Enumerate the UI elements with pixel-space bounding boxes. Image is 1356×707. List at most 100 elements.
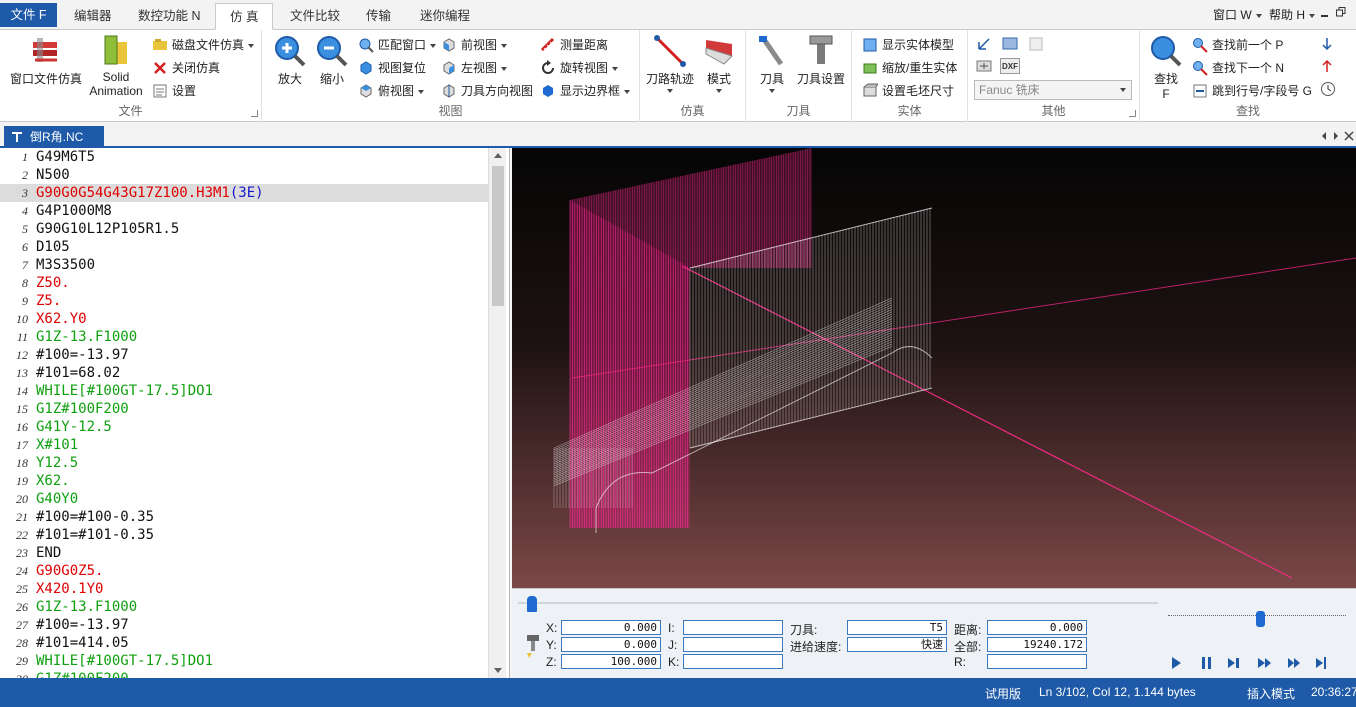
code-line[interactable]: 2 N500 bbox=[0, 166, 488, 184]
code-line[interactable]: 29 WHILE[#100GT-17.5]DO1 bbox=[0, 652, 488, 670]
view-reset-button[interactable]: 视图复位 bbox=[358, 58, 426, 78]
step-over-icon[interactable] bbox=[1256, 655, 1272, 671]
tab-simulation[interactable]: 仿 真 bbox=[215, 3, 274, 30]
line-code-text: G1Z-13.F1000 bbox=[36, 329, 138, 345]
bookmark-up-icon[interactable] bbox=[1320, 58, 1334, 74]
show-solid-model-button[interactable]: 显示实体模型 bbox=[862, 35, 954, 55]
document-tab[interactable]: 倒R角.NC bbox=[4, 126, 104, 148]
code-line[interactable]: 3 G90G0G54G43G17Z100.H3M1(3E) bbox=[0, 184, 488, 202]
run-to-end-icon[interactable] bbox=[1286, 655, 1302, 671]
code-editor[interactable]: 1 G49M6T5 2 N500 3 G90G0G54G43G17Z100.H3M1(3E… bbox=[0, 148, 510, 678]
bookmark-down-icon[interactable] bbox=[1320, 36, 1334, 52]
scrollbar-thumb[interactable] bbox=[492, 166, 504, 306]
minimize-button[interactable] bbox=[1320, 6, 1329, 20]
step-icon[interactable] bbox=[1226, 655, 1242, 671]
fit-window-button[interactable]: 匹配窗口 bbox=[358, 35, 437, 55]
zoom-in-button[interactable]: 放大 bbox=[270, 34, 310, 87]
code-line[interactable]: 28 #101=414.05 bbox=[0, 634, 488, 652]
restore-button[interactable] bbox=[1336, 6, 1346, 20]
tab-close-icon[interactable] bbox=[1344, 131, 1354, 141]
window-sim-button[interactable]: 窗口文件仿真 bbox=[6, 34, 86, 87]
window-menu[interactable]: 窗口 W bbox=[1213, 6, 1262, 23]
sim-speed-slider[interactable] bbox=[1168, 607, 1348, 635]
other-group-launcher[interactable] bbox=[1129, 110, 1136, 117]
rotate-view-button[interactable]: 旋转视图 bbox=[540, 58, 619, 78]
top-view-button[interactable]: 俯视图 bbox=[358, 81, 425, 101]
code-line[interactable]: 9 Z5. bbox=[0, 292, 488, 310]
code-line[interactable]: 23 END bbox=[0, 544, 488, 562]
help-menu[interactable]: 帮助 H bbox=[1269, 6, 1316, 23]
disk-file-sim-button[interactable]: 磁盘文件仿真 bbox=[152, 35, 255, 55]
show-bounding-box-button[interactable]: 显示边界框 bbox=[540, 81, 631, 101]
stock-size-button[interactable]: 设置毛坯尺寸 bbox=[862, 81, 954, 101]
speed-knob[interactable] bbox=[1256, 611, 1265, 627]
clock-icon[interactable] bbox=[1320, 81, 1336, 97]
scroll-down-icon[interactable] bbox=[494, 668, 502, 673]
editor-vertical-scrollbar[interactable] bbox=[488, 148, 506, 678]
tab-mini-programming[interactable]: 迷你编程 bbox=[406, 3, 484, 29]
machine-select[interactable]: Fanuc 铣床 bbox=[974, 80, 1132, 100]
solid-animation-button[interactable]: Solid Animation bbox=[86, 34, 146, 98]
code-line[interactable]: 30 G1Z#100F200 bbox=[0, 670, 488, 678]
tab-file[interactable]: 文件 F bbox=[0, 3, 57, 27]
front-view-button[interactable]: 前视图 bbox=[441, 35, 508, 55]
code-line[interactable]: 17 X#101 bbox=[0, 436, 488, 454]
settings-button[interactable]: 设置 bbox=[152, 81, 196, 101]
code-line[interactable]: 15 G1Z#100F200 bbox=[0, 400, 488, 418]
code-line[interactable]: 6 D105 bbox=[0, 238, 488, 256]
close-sim-button[interactable]: 关闭仿真 bbox=[152, 58, 220, 78]
tool-settings-button[interactable]: 刀具设置 bbox=[794, 34, 848, 87]
tab-editor[interactable]: 编辑器 bbox=[60, 3, 126, 29]
code-line[interactable]: 19 X62. bbox=[0, 472, 488, 490]
code-line[interactable]: 14 WHILE[#100GT-17.5]DO1 bbox=[0, 382, 488, 400]
find-group-label: 查找 bbox=[1235, 104, 1260, 118]
run-to-cursor-icon[interactable] bbox=[1314, 655, 1330, 671]
goto-line-button[interactable]: 跳到行号/字段号 G bbox=[1192, 81, 1312, 101]
code-line[interactable]: 24 G90G0Z5. bbox=[0, 562, 488, 580]
measure-distance-button[interactable]: 测量距离 bbox=[540, 35, 608, 55]
code-line[interactable]: 1 G49M6T5 bbox=[0, 148, 488, 166]
code-line[interactable]: 8 Z50. bbox=[0, 274, 488, 292]
tab-cnc-functions[interactable]: 数控功能 N bbox=[124, 3, 215, 29]
code-line[interactable]: 12 #100=-13.97 bbox=[0, 346, 488, 364]
tab-scroll-left-icon[interactable] bbox=[1320, 131, 1328, 141]
find-next-button[interactable]: 查找下一个 N bbox=[1192, 58, 1284, 78]
zoom-out-button[interactable]: 缩小 bbox=[312, 34, 352, 87]
4k-icon[interactable] bbox=[976, 58, 992, 74]
tool-direction-view-button[interactable]: 刀具方向视图 bbox=[441, 81, 533, 101]
scroll-up-icon[interactable] bbox=[494, 153, 502, 158]
simulation-viewport[interactable] bbox=[512, 148, 1356, 588]
code-line[interactable]: 18 Y12.5 bbox=[0, 454, 488, 472]
code-line[interactable]: 20 G40Y0 bbox=[0, 490, 488, 508]
code-line[interactable]: 27 #100=-13.97 bbox=[0, 616, 488, 634]
zoom-regen-solid-button[interactable]: 缩放/重生实体 bbox=[862, 58, 957, 78]
simulation-progress-slider[interactable] bbox=[518, 593, 1158, 612]
file-group-launcher[interactable] bbox=[251, 110, 258, 117]
left-view-button[interactable]: 左视图 bbox=[441, 58, 508, 78]
find-previous-button[interactable]: 查找前一个 P bbox=[1192, 35, 1283, 55]
code-line[interactable]: 16 G41Y-12.5 bbox=[0, 418, 488, 436]
code-line[interactable]: 13 #101=68.02 bbox=[0, 364, 488, 382]
mode-button[interactable]: 模式 bbox=[696, 34, 742, 93]
export-icon[interactable] bbox=[1002, 36, 1018, 52]
progress-knob[interactable] bbox=[527, 596, 537, 612]
tab-scroll-right-icon[interactable] bbox=[1332, 131, 1340, 141]
pause-icon[interactable] bbox=[1198, 655, 1214, 671]
code-line[interactable]: 26 G1Z-13.F1000 bbox=[0, 598, 488, 616]
code-line[interactable]: 10 X62.Y0 bbox=[0, 310, 488, 328]
tool-button[interactable]: 刀具 bbox=[752, 34, 792, 93]
tab-file-compare[interactable]: 文件比较 bbox=[276, 3, 354, 29]
axis-icon[interactable] bbox=[976, 36, 992, 52]
toolpath-button[interactable]: 刀路轨迹 bbox=[644, 34, 696, 93]
code-line[interactable]: 25 X420.1Y0 bbox=[0, 580, 488, 598]
code-line[interactable]: 5 G90G10L12P105R1.5 bbox=[0, 220, 488, 238]
code-line[interactable]: 11 G1Z-13.F1000 bbox=[0, 328, 488, 346]
find-button[interactable]: 查找 F bbox=[1146, 34, 1186, 101]
code-line[interactable]: 7 M3S3500 bbox=[0, 256, 488, 274]
tab-transfer[interactable]: 传输 bbox=[352, 3, 405, 29]
code-line[interactable]: 21 #100=#100-0.35 bbox=[0, 508, 488, 526]
code-line[interactable]: 22 #101=#101-0.35 bbox=[0, 526, 488, 544]
play-icon[interactable] bbox=[1168, 655, 1184, 671]
code-line[interactable]: 4 G4P1000M8 bbox=[0, 202, 488, 220]
dxf-button[interactable]: DXF bbox=[1000, 58, 1020, 74]
